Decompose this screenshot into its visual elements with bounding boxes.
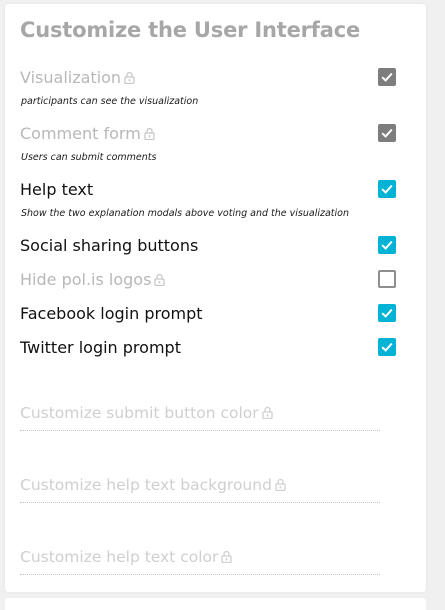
option-label: Hide pol.is logos — [20, 270, 152, 289]
option-description: Show the two explanation modals above vo… — [21, 208, 349, 219]
option-label: Help text — [20, 180, 94, 199]
option-comment-form: Comment form — [20, 121, 400, 147]
lock-icon — [124, 66, 135, 92]
comment-form-checkbox[interactable] — [378, 124, 396, 142]
customize-ui-card: Customize the User Interface Visualizati… — [5, 4, 426, 592]
lock-icon — [154, 268, 166, 294]
option-label: Social sharing buttons — [20, 236, 199, 255]
option-twitter-login: Twitter login prompt — [20, 335, 400, 361]
field-placeholder: Customize submit button color — [20, 404, 259, 422]
option-hide-logos: Hide pol.is logos — [20, 267, 400, 293]
social-sharing-checkbox[interactable] — [378, 236, 396, 254]
option-social-sharing: Social sharing buttons — [20, 233, 400, 259]
next-card-edge — [5, 598, 426, 610]
option-visualization: Visualization — [20, 65, 400, 91]
option-label: Visualization — [20, 68, 122, 87]
checkmark-icon — [381, 72, 393, 82]
checkmark-icon — [381, 184, 393, 194]
checkmark-icon — [381, 128, 393, 138]
checkmark-icon — [381, 342, 393, 352]
checkmark-icon — [381, 240, 393, 250]
lock-icon — [221, 549, 233, 567]
option-label: Comment form — [20, 124, 141, 143]
lock-icon — [275, 477, 286, 495]
visualization-checkbox[interactable] — [378, 68, 396, 86]
help-text-checkbox[interactable] — [378, 180, 396, 198]
option-description: participants can see the visualization — [21, 96, 199, 107]
lock-icon — [262, 405, 273, 423]
option-label: Facebook login prompt — [20, 304, 203, 323]
section-title: Customize the User Interface — [20, 18, 360, 42]
facebook-login-checkbox[interactable] — [378, 304, 396, 322]
option-help-text: Help text — [20, 177, 400, 203]
field-placeholder: Customize help text background — [20, 476, 272, 494]
help-text-color-field[interactable]: Customize help text color — [20, 546, 380, 575]
option-description: Users can submit comments — [21, 152, 157, 163]
lock-icon — [144, 122, 155, 148]
hide-logos-checkbox[interactable] — [378, 270, 396, 288]
submit-button-color-field[interactable]: Customize submit button color — [20, 402, 380, 431]
field-placeholder: Customize help text color — [20, 548, 219, 566]
help-text-background-field[interactable]: Customize help text background — [20, 474, 380, 503]
checkmark-icon — [381, 308, 393, 318]
option-label: Twitter login prompt — [20, 338, 181, 357]
twitter-login-checkbox[interactable] — [378, 338, 396, 356]
option-facebook-login: Facebook login prompt — [20, 301, 400, 327]
